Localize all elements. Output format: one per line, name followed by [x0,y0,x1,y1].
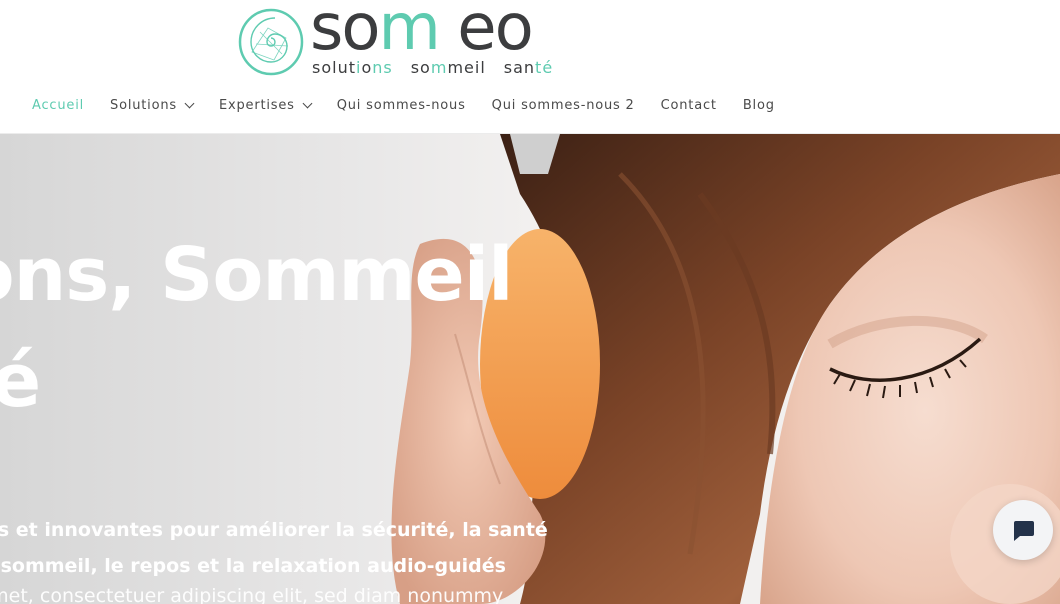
main-nav: Accueil Solutions Expertises Qui sommes-… [32,98,801,113]
nav-item-label: Contact [660,98,717,113]
spiral-logo-icon [238,8,304,76]
chat-button[interactable] [993,500,1053,560]
hero-title: tions, Sommeil nté [0,222,513,434]
nav-item-label: Qui sommes-nous 2 [491,98,635,113]
nav-item-blog[interactable]: Blog [743,98,775,113]
nav-item-qui-sommes-nous-2[interactable]: Qui sommes-nous 2 [492,98,635,113]
hero-subtitle-line-1: nnelles et innovantes pour améliorer la … [0,519,548,541]
nav-item-label: Blog [742,98,775,113]
nav-item-contact[interactable]: Contact [661,98,717,113]
logo-tagline: solutions sommeil santé [312,58,554,77]
site-header: som eo solutions sommeil santé Accueil Sol… [0,0,1060,134]
nav-item-accueil[interactable]: Accueil [32,98,84,113]
hero-subtitle-line-2: our le sommeil, le repos et la relaxatio… [0,555,506,577]
hero-section: tions, Sommeil nté nnelles et innovantes… [0,134,1060,604]
nav-item-solutions[interactable]: Solutions [110,98,195,113]
chevron-down-icon [302,98,313,109]
hero-title-line-1: tions, Sommeil [0,232,513,318]
hero-body-text: r sit amet, consectetuer adipiscing elit… [0,585,504,604]
someo-logo[interactable]: som eo solutions sommeil santé [238,0,578,80]
chevron-down-icon [184,98,195,109]
nav-item-expertises[interactable]: Expertises [218,98,313,113]
hero-title-line-2: nté [0,338,41,424]
nav-item-label: Accueil [32,98,85,113]
nav-item-qui-sommes-nous[interactable]: Qui sommes-nous [337,98,466,113]
chat-bubble-icon [1014,521,1034,541]
nav-item-label: Solutions [110,98,177,113]
hero-subtitle: nnelles et innovantes pour améliorer la … [0,512,548,584]
logo-wordmark: som eo [310,0,534,65]
nav-item-label: Qui sommes-nous [336,98,466,113]
nav-item-label: Expertises [218,98,295,113]
